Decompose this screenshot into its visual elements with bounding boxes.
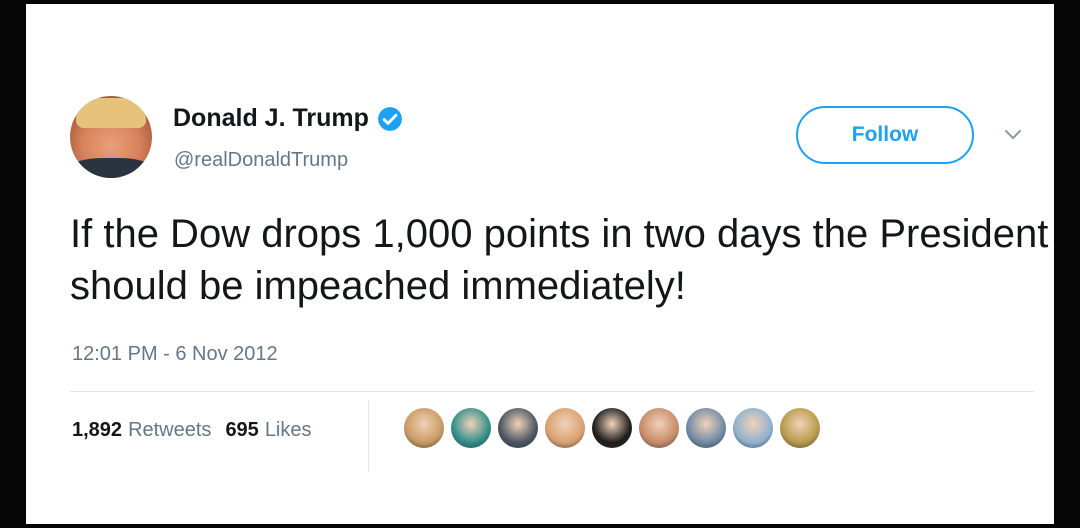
liker-avatar[interactable] — [686, 408, 726, 448]
follow-button[interactable]: Follow — [796, 106, 974, 164]
verified-badge-icon — [377, 106, 402, 131]
chevron-down-icon[interactable] — [1004, 128, 1022, 142]
liker-avatar[interactable] — [404, 408, 444, 448]
likes-count[interactable]: 695 — [225, 419, 258, 442]
tweet-card: Donald J. Trump @realDonaldTrump Follow … — [26, 4, 1054, 524]
retweets-count[interactable]: 1,892 — [72, 419, 122, 442]
likes-label[interactable]: Likes — [265, 419, 312, 442]
tweet-stats: 1,892 Retweets 695 Likes — [72, 419, 326, 442]
author-handle[interactable]: @realDonaldTrump — [174, 149, 348, 172]
liker-avatars — [404, 408, 827, 448]
liker-avatar[interactable] — [592, 408, 632, 448]
stats-divider — [368, 400, 369, 472]
tweet-timestamp[interactable]: 12:01 PM - 6 Nov 2012 — [72, 343, 278, 366]
liker-avatar[interactable] — [498, 408, 538, 448]
avatar[interactable] — [70, 96, 152, 178]
liker-avatar[interactable] — [733, 408, 773, 448]
tweet-text: If the Dow drops 1,000 points in two day… — [70, 212, 1049, 308]
divider — [70, 391, 1034, 392]
liker-avatar[interactable] — [545, 408, 585, 448]
avatar-suit — [70, 158, 152, 178]
liker-avatar[interactable] — [780, 408, 820, 448]
liker-avatar[interactable] — [639, 408, 679, 448]
author-name-row: Donald J. Trump — [173, 104, 403, 133]
author-display-name[interactable]: Donald J. Trump — [173, 104, 369, 133]
avatar-hair — [76, 98, 146, 128]
screenshot-frame: Donald J. Trump @realDonaldTrump Follow … — [0, 0, 1080, 528]
retweets-label[interactable]: Retweets — [128, 419, 211, 442]
liker-avatar[interactable] — [451, 408, 491, 448]
